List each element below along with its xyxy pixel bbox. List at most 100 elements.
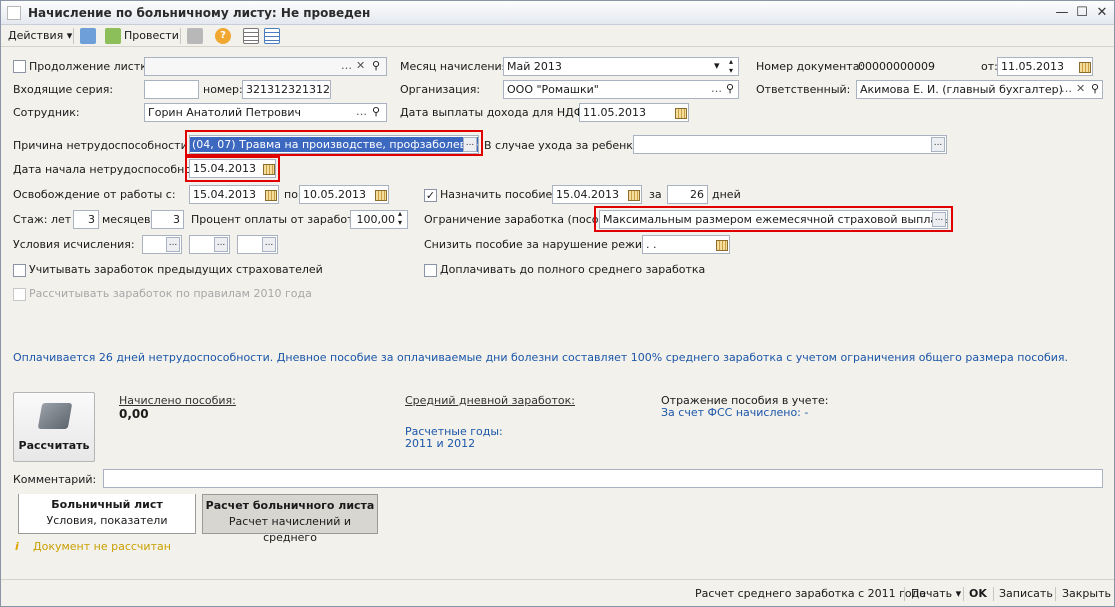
footer-divider [963, 587, 964, 601]
spin-icon[interactable]: ▴ ▾ [729, 57, 733, 75]
assign-label: Назначить пособие с: [440, 188, 566, 201]
childcare-field[interactable] [633, 135, 947, 154]
limit-select-button[interactable]: ... [932, 212, 946, 227]
rules2010-checkbox[interactable] [13, 288, 26, 301]
topup-checkbox[interactable] [424, 264, 437, 277]
calendar-icon[interactable] [1077, 60, 1091, 73]
childcare-select-button[interactable]: ... [931, 137, 945, 152]
cause-value: (04, 07) Травма на производстве, профзаб… [190, 137, 478, 152]
calendar-icon[interactable] [373, 188, 387, 201]
cause-label: Причина нетрудоспособности: [13, 139, 192, 152]
maximize-button[interactable]: ☐ [1074, 5, 1090, 21]
help-icon[interactable]: ? [215, 28, 231, 44]
tab-title: Больничный лист [51, 498, 163, 511]
post-icon[interactable] [105, 28, 121, 44]
settings-list-icon[interactable] [264, 28, 280, 44]
cause-select-button[interactable]: ... [463, 137, 477, 152]
window: Начисление по больничному листу: Не пров… [0, 0, 1115, 607]
print-label: Печать [911, 587, 953, 600]
footer-divider [1055, 587, 1056, 601]
prev-insurers-label: Учитывать заработок предыдущих страховат… [29, 263, 323, 276]
condition-select-button[interactable]: ... [262, 237, 276, 252]
calculator-icon [37, 403, 73, 429]
tenure-years-field[interactable]: 3 [73, 210, 99, 229]
toolbar-divider [180, 28, 181, 44]
info-text: Оплачивается 26 дней нетрудоспособности.… [13, 351, 1069, 364]
footer-divider [904, 587, 905, 601]
close-window-button[interactable]: ✕ [1094, 5, 1110, 21]
days-field[interactable]: 26 [667, 185, 708, 204]
month-field[interactable]: Май 2013 [503, 57, 739, 76]
calculate-label: Рассчитать [18, 439, 90, 452]
search-icon[interactable]: ⚲ [726, 81, 734, 97]
ellipsis-icon[interactable]: … [356, 104, 367, 120]
tab-sick-leave[interactable]: Больничный лист Условия, показатели [18, 494, 196, 534]
org-label: Организация: [400, 83, 481, 96]
prev-insurers-checkbox[interactable] [13, 264, 26, 277]
toolbar-divider [73, 28, 74, 44]
close-button[interactable]: Закрыть [1062, 587, 1111, 601]
reduce-label: Снизить пособие за нарушение режима с: [424, 238, 671, 251]
comment-label: Комментарий: [13, 473, 97, 486]
months-label: месяцев [102, 213, 151, 226]
continuation-checkbox[interactable] [13, 60, 26, 73]
number-field[interactable]: 321312321312 [242, 80, 331, 99]
ellipsis-icon[interactable]: … [341, 58, 352, 74]
tab-subtitle: Расчет начислений и среднего [228, 515, 352, 544]
avg-calc-button[interactable]: Расчет среднего заработка с 2011 года [695, 587, 926, 601]
print-button[interactable]: Печать ▾ [911, 587, 961, 601]
ok-button[interactable]: OK [969, 587, 987, 601]
tab-calculation[interactable]: Расчет больничного листа Расчет начислен… [202, 494, 378, 544]
calculate-button[interactable]: Рассчитать [13, 392, 95, 462]
tenure-months-field[interactable]: 3 [151, 210, 184, 229]
condition-select-button[interactable]: ... [214, 237, 228, 252]
status-warning: Документ не рассчитан [33, 540, 171, 553]
ellipsis-icon[interactable]: … [1061, 81, 1072, 97]
condition-select-button[interactable]: ... [166, 237, 180, 252]
toolbar: Действия ▾ Провести ? [1, 25, 1114, 47]
reflect-value[interactable]: За счет ФСС начислено: - [661, 406, 808, 420]
employee-field[interactable]: Горин Анатолий Петрович [144, 103, 387, 122]
spin-icon[interactable]: ▴ ▾ [398, 209, 402, 227]
warning-icon: i [15, 540, 19, 553]
clear-icon[interactable]: ✕ [356, 58, 365, 74]
back-icon[interactable] [80, 28, 96, 44]
search-icon[interactable]: ⚲ [372, 58, 380, 74]
accrued-value: 0,00 [119, 407, 149, 421]
tab-subtitle: Условия, показатели [46, 514, 168, 527]
actions-menu[interactable]: Действия ▾ [8, 28, 72, 44]
footer-divider [993, 587, 994, 601]
calendar-icon[interactable] [261, 162, 275, 175]
clear-icon[interactable]: ✕ [1076, 81, 1085, 97]
calendar-icon[interactable] [626, 188, 640, 201]
days-label: дней [712, 188, 741, 201]
search-icon[interactable]: ⚲ [1091, 81, 1099, 97]
ellipsis-icon[interactable]: … [711, 81, 722, 97]
minimize-button[interactable]: — [1054, 5, 1070, 21]
comment-field[interactable] [103, 469, 1103, 488]
save-button[interactable]: Записать [999, 587, 1053, 601]
org-field[interactable]: ООО "Ромашки" [503, 80, 739, 99]
series-label: Входящие серия: [13, 83, 114, 96]
month-label: Месяц начисления: [400, 60, 512, 73]
calendar-icon[interactable] [673, 106, 687, 119]
percent-label: Процент оплаты от заработка: [191, 213, 371, 226]
from-label: от: [981, 60, 998, 73]
structure-icon[interactable] [187, 28, 203, 44]
assign-checkbox[interactable]: ✓ [424, 189, 437, 202]
docnum-value[interactable]: 00000000009 [858, 59, 935, 75]
search-icon[interactable]: ⚲ [372, 104, 380, 120]
calendar-icon[interactable] [263, 188, 277, 201]
dropdown-icon[interactable]: ▾ [714, 58, 720, 74]
series-field[interactable] [144, 80, 199, 99]
years-value[interactable]: 2011 и 2012 [405, 437, 475, 451]
window-title: Начисление по больничному листу: Не пров… [28, 6, 371, 20]
limit-field[interactable]: Максимальным размером ежемесячной страхо… [599, 210, 948, 229]
for-label: за [649, 188, 662, 201]
ndfl-label: Дата выплаты дохода для НДФЛ: [400, 106, 596, 119]
post-button[interactable]: Провести [124, 28, 179, 44]
calendar-icon[interactable] [714, 238, 728, 251]
topup-label: Доплачивать до полного среднего заработк… [440, 263, 706, 276]
list-icon[interactable] [243, 28, 259, 44]
cause-field[interactable]: (04, 07) Травма на производстве, профзаб… [189, 135, 479, 154]
